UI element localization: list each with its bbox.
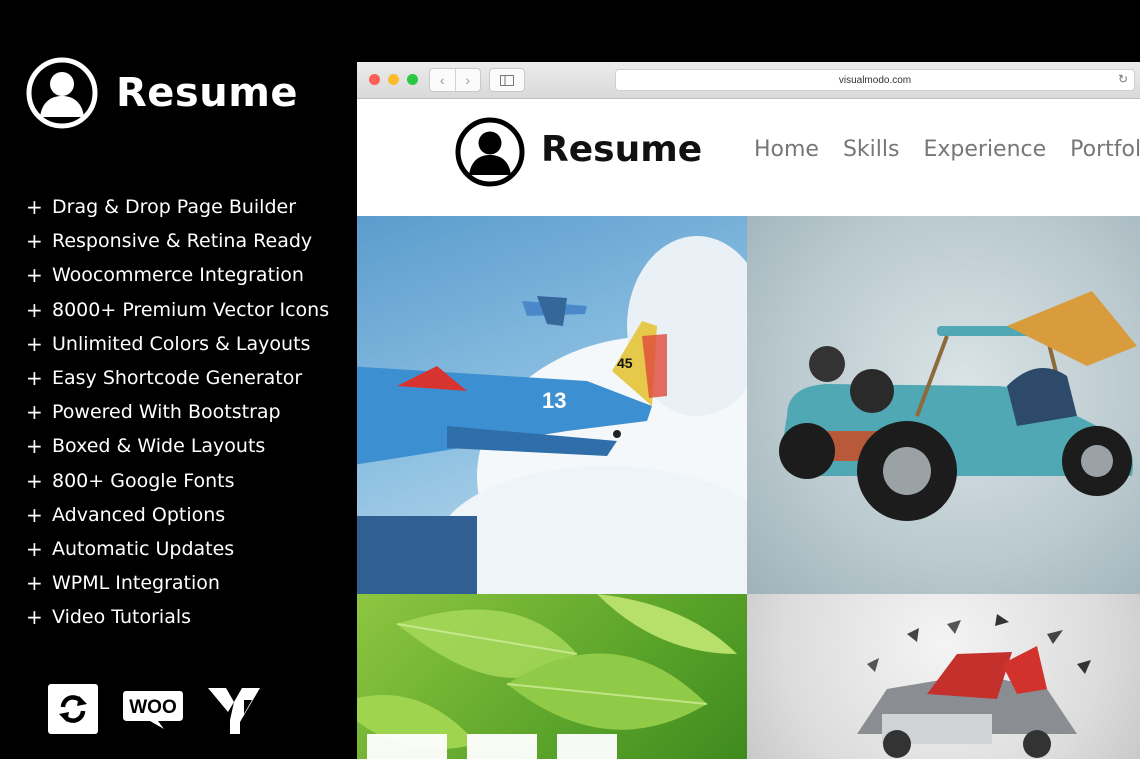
promo-brand: Resume: [26, 57, 298, 129]
nav-home[interactable]: Home: [754, 137, 819, 162]
site-header: Resume Home Skills Experience Portfolio: [357, 99, 1140, 216]
feature-item: + WPML Integration: [26, 571, 220, 596]
user-avatar-icon: [455, 117, 525, 187]
feature-list: + Drag & Drop Page Builder + Responsive & …: [26, 190, 329, 634]
nav-experience[interactable]: Experience: [923, 137, 1046, 162]
address-bar[interactable]: visualmodo.com ↻: [615, 69, 1135, 91]
feature-item: + Video Tutorials: [26, 605, 192, 630]
portfolio-tile-leaves[interactable]: [357, 594, 747, 759]
portfolio-tile-exploding-truck[interactable]: [747, 594, 1140, 759]
back-icon[interactable]: ‹: [430, 69, 455, 91]
close-window-button[interactable]: [369, 74, 380, 85]
feature-item: + Responsive & Retina Ready: [26, 229, 313, 254]
promo-title: Resume: [116, 70, 299, 116]
forward-icon[interactable]: ›: [454, 69, 481, 91]
reload-icon[interactable]: ↻: [1118, 72, 1128, 86]
portfolio-tile-airplane[interactable]: 45 13: [357, 216, 747, 594]
compat-badges: WOO: [48, 684, 260, 734]
site-nav: Home Skills Experience Portfolio: [754, 137, 1140, 162]
feature-item: + Easy Shortcode Generator: [26, 366, 303, 391]
refresh-icon: [48, 684, 98, 734]
url-text: visualmodo.com: [838, 74, 912, 86]
sidebar-toggle-icon[interactable]: [489, 68, 525, 92]
svg-text:13: 13: [542, 388, 566, 413]
site-title: Resume: [541, 129, 703, 170]
minimize-window-button[interactable]: [388, 74, 399, 85]
feature-item: + Powered With Bootstrap: [26, 400, 281, 425]
feature-item: + Woocommerce Integration: [26, 263, 304, 288]
feature-item: +800+ Google Fonts: [26, 468, 235, 493]
feature-item: + Drag & Drop Page Builder: [26, 195, 297, 220]
browser-titlebar: ‹ › visualmodo.com ↻: [357, 62, 1140, 99]
feature-item: + Advanced Options: [26, 502, 226, 527]
portfolio-tile-vintage-car[interactable]: [747, 216, 1140, 594]
history-nav: ‹ ›: [429, 68, 481, 92]
woocommerce-icon: WOO: [123, 691, 183, 729]
nav-portfolio[interactable]: Portfolio: [1070, 137, 1140, 162]
user-avatar-icon: [26, 57, 98, 129]
feature-item: + Boxed & Wide Layouts: [26, 434, 266, 459]
feature-item: + Automatic Updates: [26, 536, 235, 561]
browser-window: ‹ › visualmodo.com ↻ Resume Home Skills …: [357, 62, 1140, 759]
visualmodo-logo-icon: [208, 688, 260, 734]
nav-skills[interactable]: Skills: [843, 137, 900, 162]
maximize-window-button[interactable]: [407, 74, 418, 85]
svg-text:WOO: WOO: [129, 697, 177, 718]
svg-text:45: 45: [617, 355, 633, 371]
feature-item: +8000+ Premium Vector Icons: [26, 297, 330, 322]
feature-item: + Unlimited Colors & Layouts: [26, 331, 311, 356]
